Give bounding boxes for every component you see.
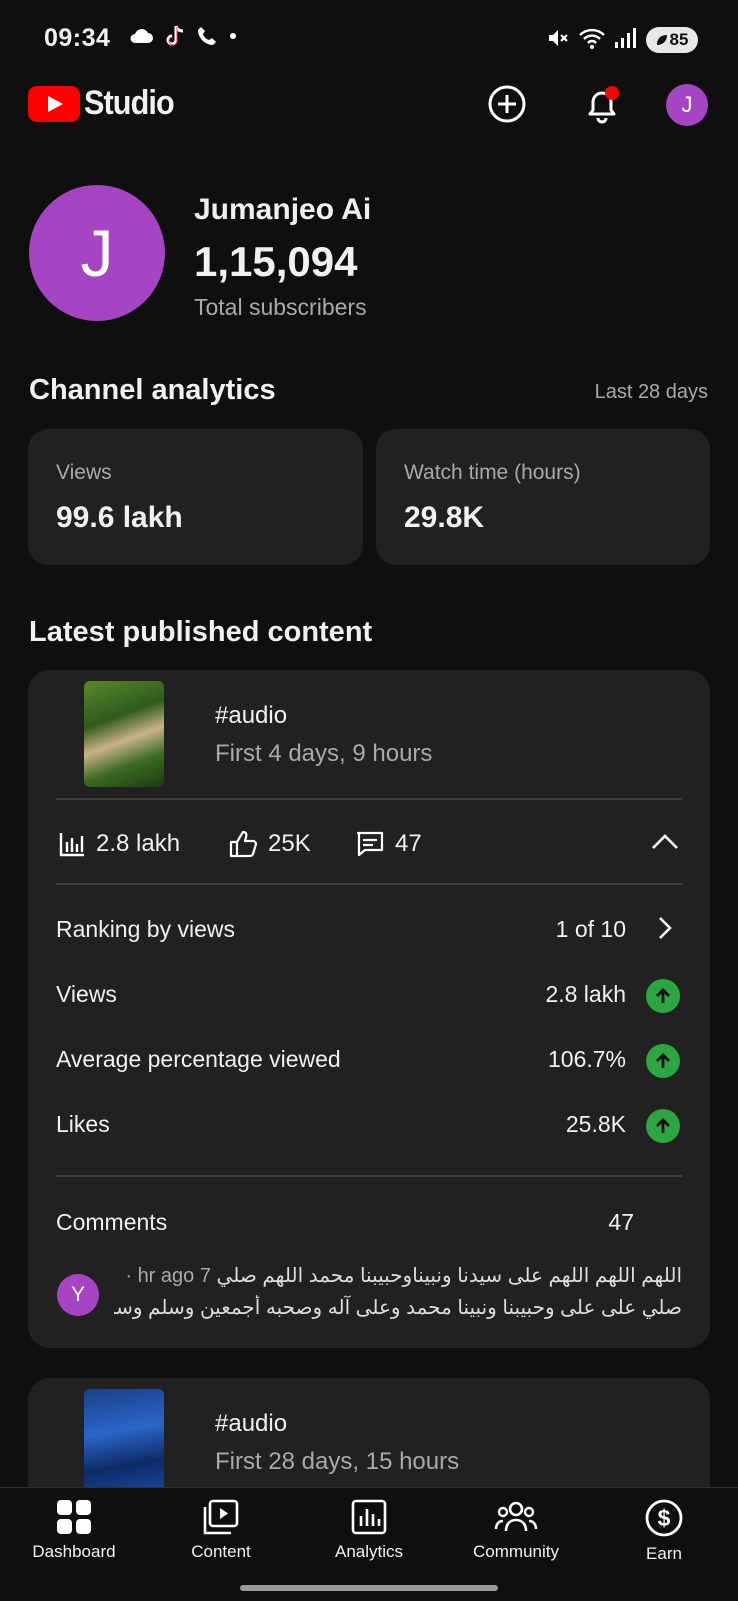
watch-time-card[interactable]: Watch time (hours) 29.8K <box>376 429 710 565</box>
video-title[interactable]: #audio <box>215 702 287 730</box>
views-card[interactable]: Views 99.6 lakh <box>28 429 363 565</box>
earn-icon: $ <box>645 1499 683 1537</box>
comment-text-1: اللهم اللهم اللهم على سيدنا ونبيناوحبيبن… <box>216 1265 682 1287</box>
analytics-title: Channel analytics <box>29 374 276 406</box>
bar-chart-icon <box>59 833 84 857</box>
watch-time-card-label: Watch time (hours) <box>404 461 581 484</box>
chevron-up-icon <box>652 834 678 849</box>
video-title[interactable]: #audio <box>215 1410 287 1438</box>
video-age: First 28 days, 15 hours <box>215 1448 460 1475</box>
svg-text:$: $ <box>658 1505 671 1531</box>
divider <box>56 798 682 800</box>
video-likes-stat: 25K <box>228 830 311 858</box>
trend-up-icon <box>646 1044 680 1078</box>
status-time: 09:34 <box>44 24 111 52</box>
comment-meta: 7 hr ago · <box>125 1265 211 1287</box>
trend-up-icon <box>646 1109 680 1143</box>
collapse-button[interactable] <box>650 830 680 859</box>
nav-content-label: Content <box>191 1542 251 1561</box>
analytics-icon <box>351 1499 387 1535</box>
account-avatar[interactable]: J <box>666 84 708 126</box>
subscriber-count: 1,15,094 <box>194 238 358 285</box>
wifi-icon <box>579 28 605 49</box>
content-card[interactable]: #audio First 4 days, 9 hours 2.8 lakh 25… <box>28 670 710 1348</box>
analytics-period: Last 28 days <box>594 381 708 403</box>
video-views-value: 2.8 lakh <box>96 830 181 857</box>
signal-icon <box>615 28 636 48</box>
bell-icon <box>588 86 619 124</box>
battery-indicator: 85 <box>646 27 698 53</box>
nav-content[interactable]: Content <box>147 1498 295 1562</box>
channel-avatar: J <box>29 185 165 321</box>
latest-content-title: Latest published content <box>29 616 373 648</box>
detail-likes-label: Likes <box>56 1111 110 1137</box>
views-card-label: Views <box>56 461 112 484</box>
mute-icon <box>549 30 568 46</box>
detail-views-value: 2.8 lakh <box>545 981 626 1007</box>
divider <box>56 1175 682 1177</box>
video-likes-value: 25K <box>268 830 311 857</box>
commenter-avatar: Y <box>57 1274 99 1316</box>
comment-icon <box>356 831 384 857</box>
subscriber-label: Total subscribers <box>194 294 367 320</box>
nav-analytics-label: Analytics <box>334 1542 404 1561</box>
notifications-button[interactable] <box>581 84 621 124</box>
comment-line-2[interactable]: صلي على على وحبيبنا ونبينا محمد وعلى آله… <box>114 1295 682 1320</box>
status-icons-right <box>546 26 638 50</box>
leaf-icon <box>656 35 667 45</box>
nav-community[interactable]: Community <box>442 1498 590 1562</box>
detail-avg-viewed-label: Average percentage viewed <box>56 1046 341 1072</box>
chevron-right-icon <box>659 917 672 939</box>
app-title: Studio <box>84 84 175 122</box>
nav-dashboard-label: Dashboard <box>32 1542 116 1561</box>
video-comments-stat: 47 <box>355 830 422 858</box>
nav-earn-label: Earn <box>646 1544 682 1563</box>
youtube-logo-icon <box>28 86 80 122</box>
nav-analytics[interactable]: Analytics <box>295 1498 443 1562</box>
views-card-value: 99.6 lakh <box>56 501 183 534</box>
detail-views-label: Views <box>56 981 117 1007</box>
ranking-chevron[interactable] <box>656 914 674 947</box>
comment-line-1[interactable]: اللهم اللهم اللهم على سيدنا ونبيناوحبيبن… <box>114 1263 682 1288</box>
nav-dashboard[interactable]: Dashboard <box>0 1498 148 1562</box>
status-icons-left <box>128 24 238 48</box>
video-comments-value: 47 <box>395 830 422 857</box>
add-circle-icon <box>488 85 526 123</box>
create-button[interactable] <box>487 84 527 124</box>
tiktok-icon <box>166 25 184 46</box>
detail-likes-value: 25.8K <box>565 1111 626 1137</box>
watch-time-card-value: 29.8K <box>404 501 485 534</box>
video-views-stat: 2.8 lakh <box>58 830 180 858</box>
video-thumbnail[interactable] <box>84 681 164 787</box>
dot-icon <box>230 33 236 39</box>
video-age: First 4 days, 9 hours <box>215 740 433 767</box>
divider <box>56 883 682 885</box>
bottom-nav: Dashboard Content Analytics Community $ … <box>0 1487 738 1601</box>
channel-name: Jumanjeo Ai <box>194 193 372 226</box>
cloud-icon <box>130 29 153 43</box>
video-thumbnail[interactable] <box>84 1389 164 1495</box>
dashboard-icon <box>57 1500 91 1534</box>
content-icon <box>203 1499 239 1535</box>
comments-label[interactable]: Comments <box>56 1209 167 1236</box>
nav-community-label: Community <box>473 1542 559 1561</box>
ranking-label[interactable]: Ranking by views <box>56 916 235 943</box>
battery-level: 85 <box>669 30 689 49</box>
ranking-value: 1 of 10 <box>555 916 626 942</box>
community-icon <box>494 1501 538 1532</box>
comments-count: 47 <box>608 1209 634 1235</box>
nav-earn[interactable]: $ Earn <box>590 1498 738 1564</box>
thumbs-up-icon <box>229 830 258 858</box>
phone-icon <box>198 27 216 45</box>
trend-up-icon <box>646 979 680 1013</box>
home-indicator[interactable] <box>240 1585 498 1591</box>
detail-avg-viewed-value: 106.7% <box>547 1046 626 1072</box>
